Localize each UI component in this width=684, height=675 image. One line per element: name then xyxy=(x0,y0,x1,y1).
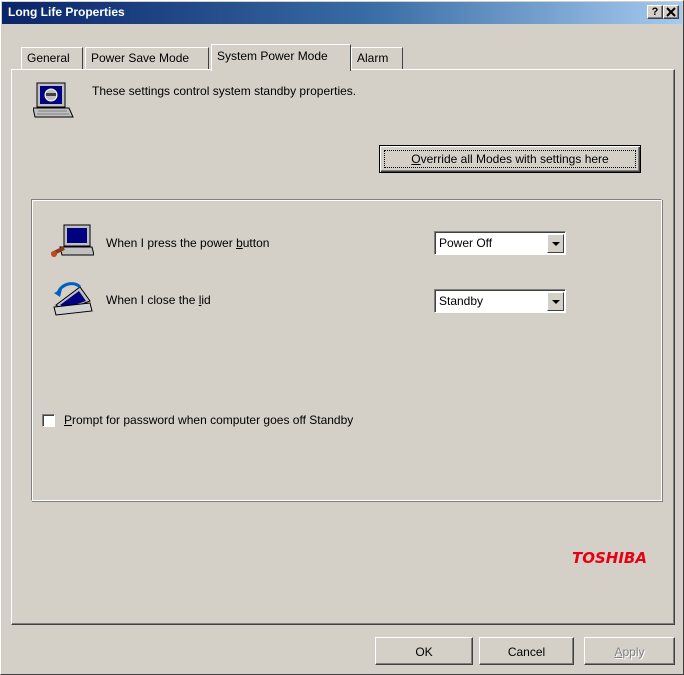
properties-window: Long Life Properties ? General Power Sav… xyxy=(0,0,684,675)
window-title: Long Life Properties xyxy=(8,5,125,19)
tab-alarm[interactable]: Alarm xyxy=(351,47,403,69)
close-icon xyxy=(666,7,676,17)
tab-panel xyxy=(11,69,675,625)
help-button[interactable]: ? xyxy=(647,5,663,19)
apply-label-mnemonic: A xyxy=(614,645,623,659)
cancel-button[interactable]: Cancel xyxy=(479,637,574,665)
apply-label-post: pply xyxy=(622,645,645,659)
title-bar[interactable]: Long Life Properties ? xyxy=(2,2,682,24)
tab-system-power-mode[interactable]: System Power Mode xyxy=(211,44,351,71)
tab-power-save-mode[interactable]: Power Save Mode xyxy=(85,47,209,69)
ok-button[interactable]: OK xyxy=(375,637,473,665)
apply-button[interactable]: Apply xyxy=(584,637,675,665)
close-button[interactable] xyxy=(663,5,679,19)
tab-general[interactable]: General xyxy=(21,47,83,69)
